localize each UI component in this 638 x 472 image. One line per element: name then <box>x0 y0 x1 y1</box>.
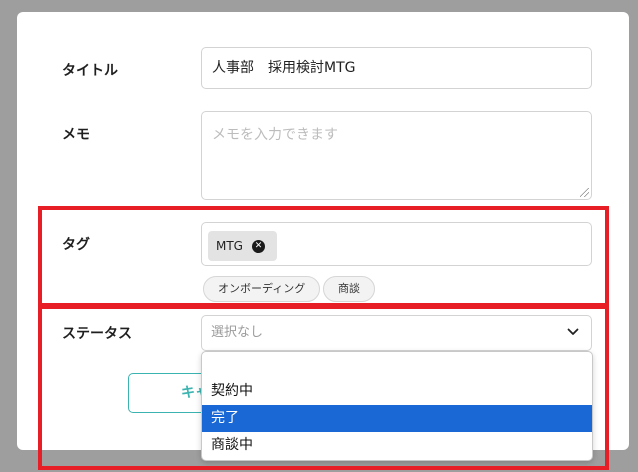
memo-placeholder: メモを入力できます <box>212 127 338 143</box>
resize-grip-icon[interactable] <box>580 188 589 197</box>
title-input[interactable]: 人事部 採用検討MTG <box>201 47 592 89</box>
memo-textarea[interactable]: メモを入力できます <box>201 111 592 200</box>
title-label: タイトル <box>62 63 118 79</box>
memo-label: メモ <box>62 127 90 143</box>
highlight-frame-tags <box>38 206 609 307</box>
highlight-frame-status <box>38 305 609 470</box>
